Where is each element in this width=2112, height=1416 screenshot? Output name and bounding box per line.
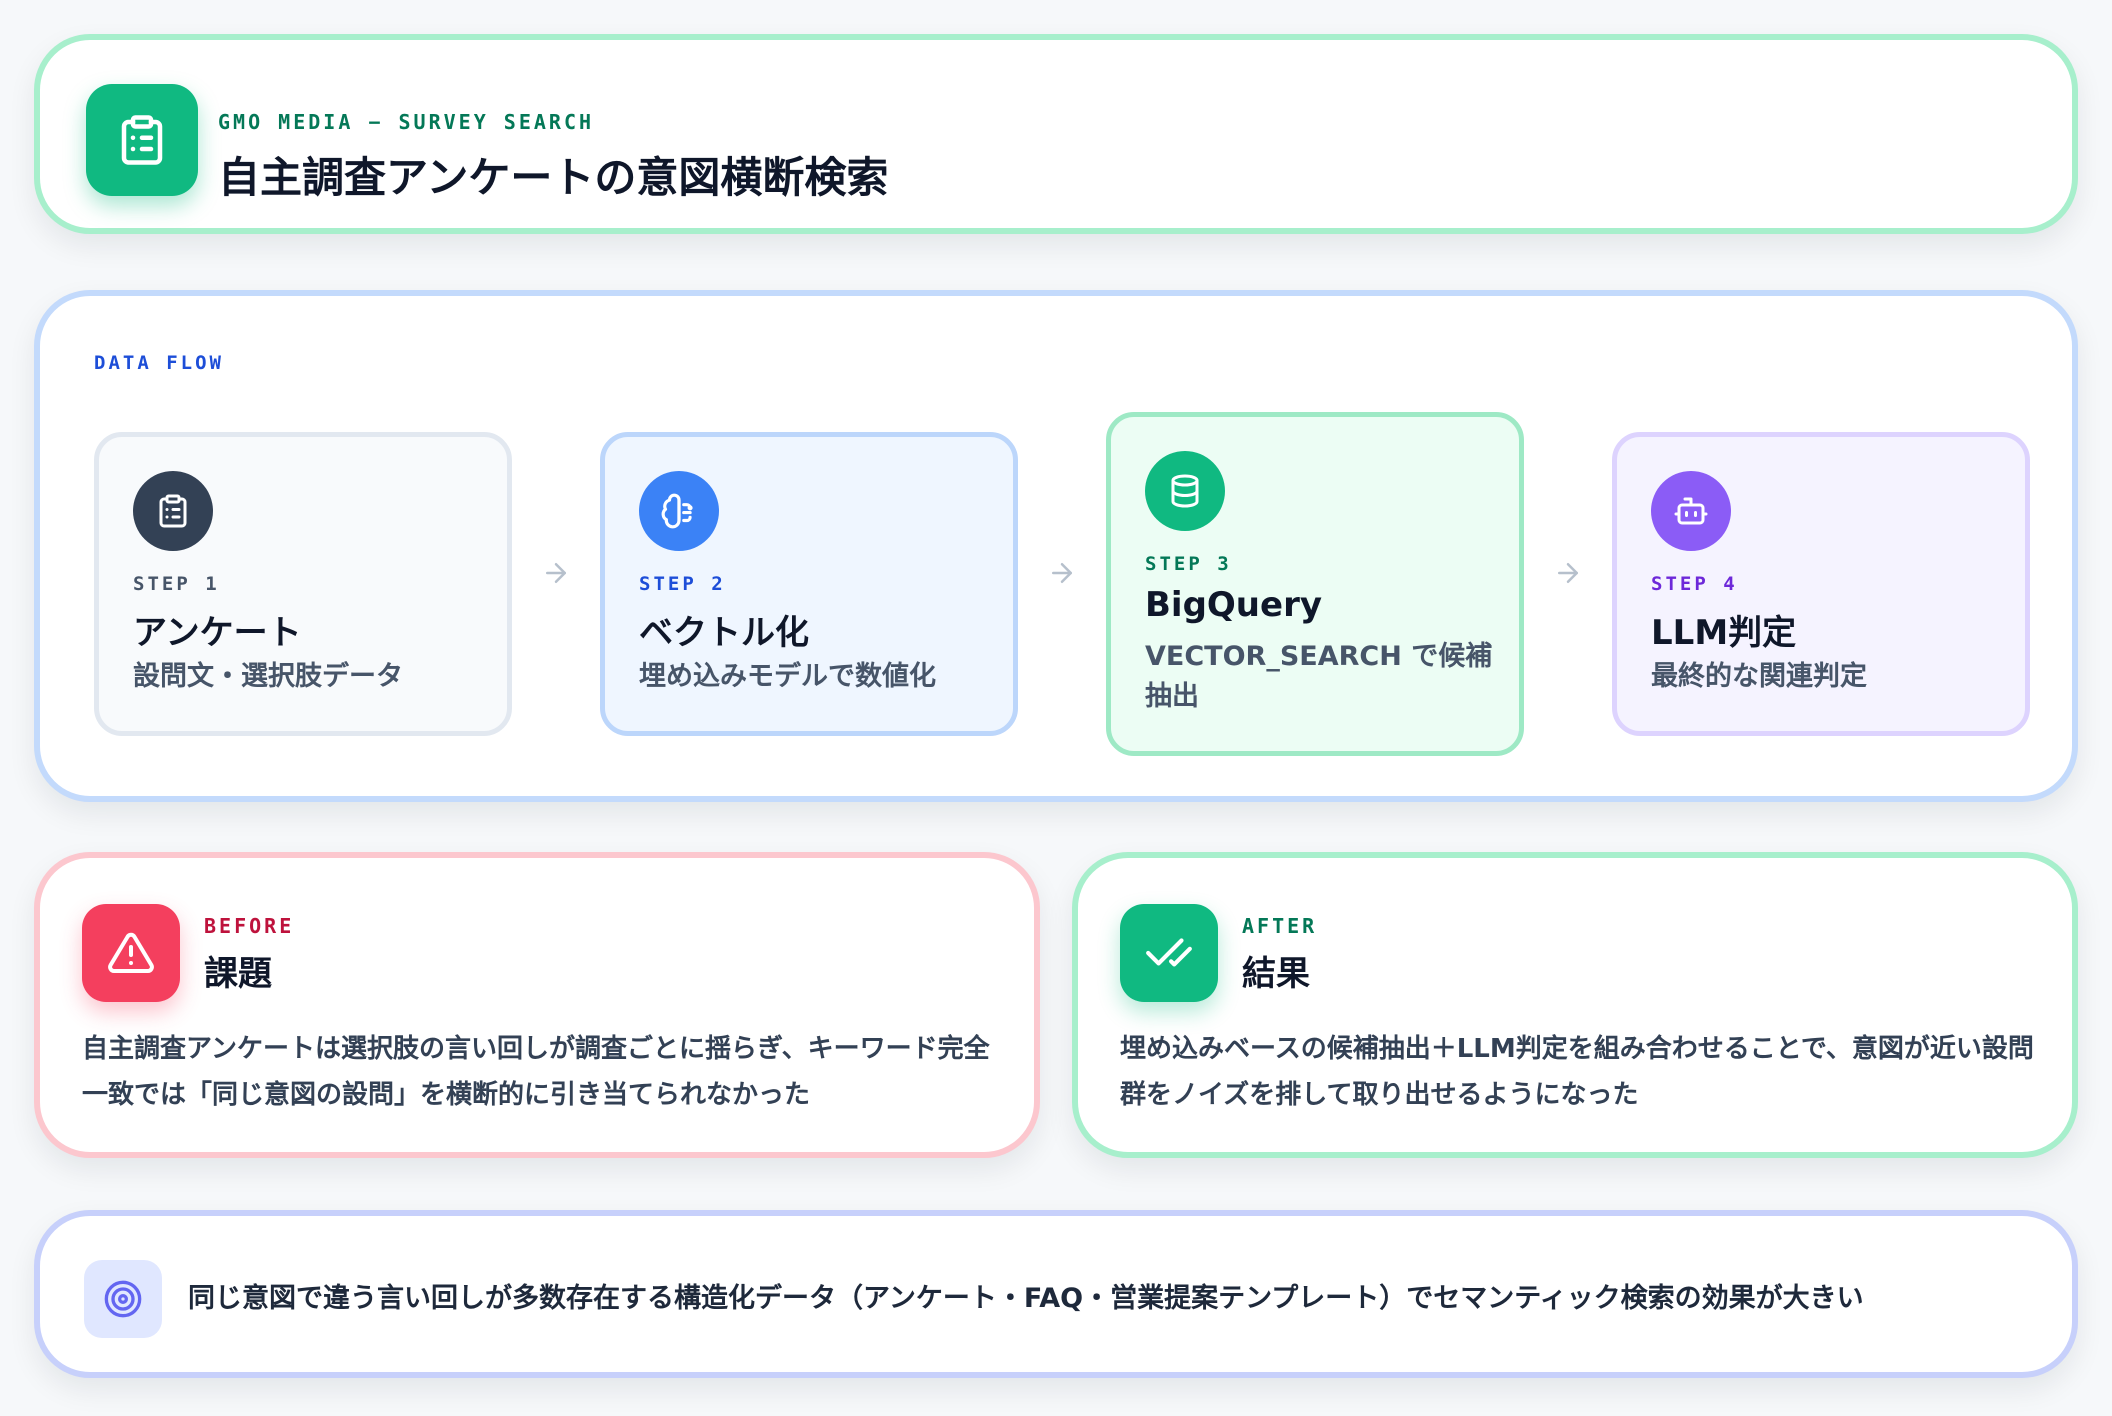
page-title: 自主調査アンケートの意図横断検索 (218, 153, 889, 202)
after-title: 結果 (1242, 954, 1310, 994)
insight-text: 同じ意図で違う言い回しが多数存在する構造化データ（アンケート・FAQ・営業提案テ… (188, 1283, 1864, 1314)
warning-icon (82, 904, 180, 1002)
step-description: 最終的な関連判定 (1651, 661, 1867, 692)
data-flow-card: DATA FLOW STEP 1 アンケート 設問文・選択肢データ STEP 2… (34, 290, 2078, 802)
step-title: LLM判定 (1651, 613, 1797, 653)
step-description: 設問文・選択肢データ (133, 661, 403, 692)
data-flow-label: DATA FLOW (94, 352, 224, 374)
before-card: BEFORE 課題 自主調査アンケートは選択肢の言い回しが調査ごとに揺らぎ、キー… (34, 852, 1040, 1158)
after-body: 埋め込みベースの候補抽出＋LLM判定を組み合わせることで、意図が近い設問群をノイ… (1120, 1034, 2034, 1110)
step-title: BigQuery (1145, 585, 1323, 625)
step-4-card: STEP 4 LLM判定 最終的な関連判定 (1612, 432, 2030, 736)
step-description: VECTOR_SEARCH で候補抽出 (1145, 641, 1493, 712)
step-1-card: STEP 1 アンケート 設問文・選択肢データ (94, 432, 512, 736)
brain-icon (639, 471, 719, 551)
step-title: ベクトル化 (639, 613, 809, 653)
step-number: STEP 4 (1651, 573, 1738, 595)
before-title: 課題 (204, 954, 272, 994)
before-body: 自主調査アンケートは選択肢の言い回しが調査ごとに揺らぎ、キーワード完全一致では「… (82, 1034, 990, 1110)
bot-icon (1651, 471, 1731, 551)
header-card: GMO MEDIA − SURVEY SEARCH 自主調査アンケートの意図横断… (34, 34, 2078, 234)
after-tag: AFTER (1242, 914, 1318, 938)
step-3-card: STEP 3 BigQuery VECTOR_SEARCH で候補抽出 (1106, 412, 1524, 756)
double-check-icon (1120, 904, 1218, 1002)
arrow-right-icon (1052, 563, 1072, 583)
header-eyebrow: GMO MEDIA − SURVEY SEARCH (218, 110, 595, 134)
arrow-right-icon (546, 563, 566, 583)
clipboard-icon (86, 84, 198, 196)
step-description: 埋め込みモデルで数値化 (639, 661, 936, 692)
step-title: アンケート (133, 613, 302, 653)
before-tag: BEFORE (204, 914, 295, 938)
insight-card: 同じ意図で違う言い回しが多数存在する構造化データ（アンケート・FAQ・営業提案テ… (34, 1210, 2078, 1378)
step-number: STEP 1 (133, 573, 220, 595)
step-2-card: STEP 2 ベクトル化 埋め込みモデルで数値化 (600, 432, 1018, 736)
target-icon (84, 1260, 162, 1338)
database-icon (1145, 451, 1225, 531)
step-number: STEP 3 (1145, 553, 1232, 575)
step-number: STEP 2 (639, 573, 726, 595)
clipboard-icon (133, 471, 213, 551)
after-card: AFTER 結果 埋め込みベースの候補抽出＋LLM判定を組み合わせることで、意図… (1072, 852, 2078, 1158)
arrow-right-icon (1558, 563, 1578, 583)
